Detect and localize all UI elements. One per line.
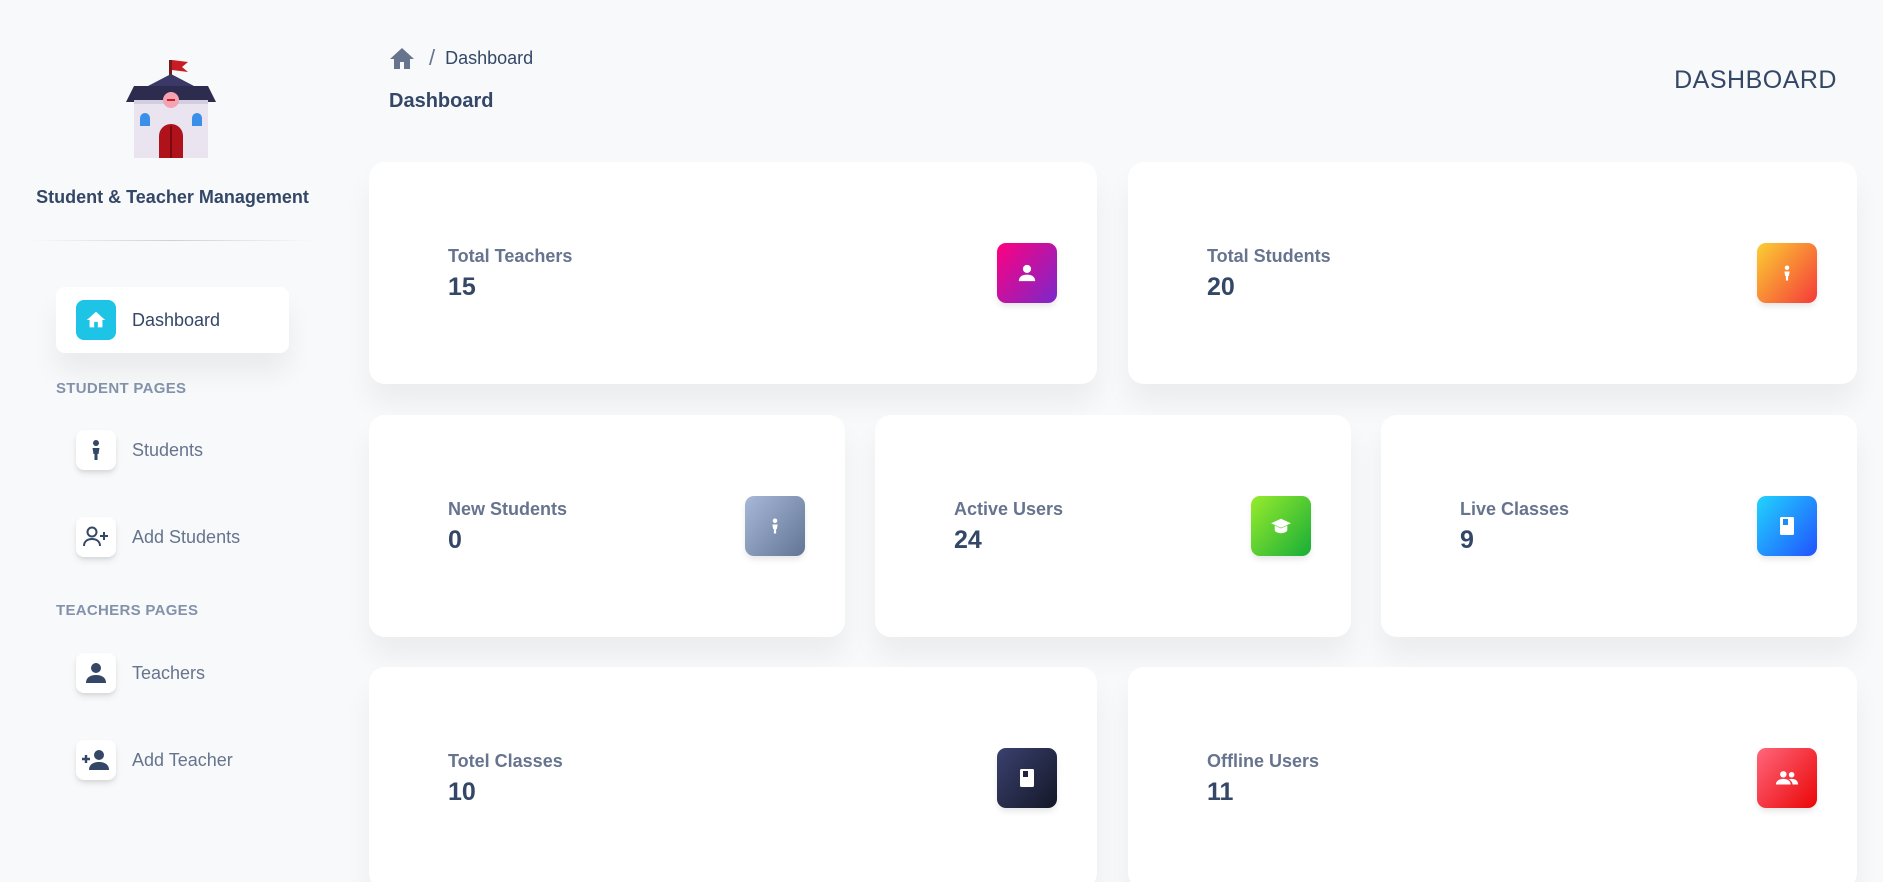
stat-label: New Students [448, 499, 568, 519]
sidebar-item-add-teacher[interactable]: Add Teacher [56, 727, 289, 793]
stat-card-new-students: New Students 0 [369, 415, 845, 637]
sidebar-item-label: Add Students [132, 526, 241, 547]
stat-label: Offline Users [1207, 751, 1320, 771]
stat-label: Totel Classes [448, 751, 563, 771]
stat-value: 24 [954, 526, 982, 554]
brand-name: Student & Teacher Management [36, 187, 309, 207]
section-title-student-pages: STUDENT PAGES [56, 380, 187, 397]
book-icon [997, 748, 1057, 808]
breadcrumb: / Dashboard [389, 44, 533, 72]
breadcrumb-separator: / [429, 45, 436, 70]
stat-label: Live Classes [1460, 499, 1570, 519]
stat-value: 11 [1207, 778, 1234, 806]
person-add-outline-icon [76, 517, 116, 557]
section-title-teachers-pages: TEACHERS PAGES [56, 602, 199, 619]
stat-value: 10 [448, 778, 476, 806]
stat-card-total-students: Total Students 20 [1128, 162, 1857, 384]
sidebar-item-teachers[interactable]: Teachers [56, 640, 289, 706]
school-logo[interactable] [118, 56, 224, 160]
graduation-cap-icon [1251, 496, 1311, 556]
sidebar-divider [30, 240, 315, 241]
sidebar-item-label: Teachers [132, 662, 206, 683]
stat-label: Total Teachers [448, 246, 573, 266]
header-title: DASHBOARD [1674, 66, 1837, 94]
stat-card-active-users: Active Users 24 [875, 415, 1351, 637]
sidebar-item-label: Dashboard [132, 309, 221, 330]
dashboard-page: Student & Teacher Management Dashboard S… [0, 0, 1883, 882]
student-icon [745, 496, 805, 556]
home-icon [76, 300, 116, 340]
users-icon [1757, 748, 1817, 808]
stat-card-live-classes: Live Classes 9 [1381, 415, 1857, 637]
home-icon[interactable] [389, 46, 415, 70]
student-icon [1757, 243, 1817, 303]
sidebar-item-dashboard[interactable]: Dashboard [56, 287, 289, 353]
stat-value: 20 [1207, 273, 1235, 301]
book-icon [1757, 496, 1817, 556]
stat-value: 0 [448, 526, 462, 554]
page-title: Dashboard [389, 90, 494, 112]
sidebar-item-label: Add Teacher [132, 749, 233, 770]
stat-value: 9 [1460, 526, 1474, 554]
student-icon [76, 430, 116, 470]
stat-card-total-teachers: Total Teachers 15 [369, 162, 1097, 384]
stat-card-offline-users: Offline Users 11 [1128, 667, 1857, 882]
person-icon [997, 243, 1057, 303]
stat-card-total-classes: Totel Classes 10 [369, 667, 1097, 882]
stat-label: Total Students [1207, 246, 1331, 266]
sidebar-item-students[interactable]: Students [56, 417, 289, 483]
person-icon [76, 653, 116, 693]
sidebar-item-label: Students [132, 439, 204, 460]
sidebar: Student & Teacher Management Dashboard S… [0, 0, 345, 882]
stat-label: Active Users [954, 499, 1064, 519]
person-add-icon [76, 740, 116, 780]
stat-value: 15 [448, 273, 476, 301]
sidebar-item-add-students[interactable]: Add Students [56, 504, 289, 570]
breadcrumb-current: Dashboard [445, 47, 534, 68]
